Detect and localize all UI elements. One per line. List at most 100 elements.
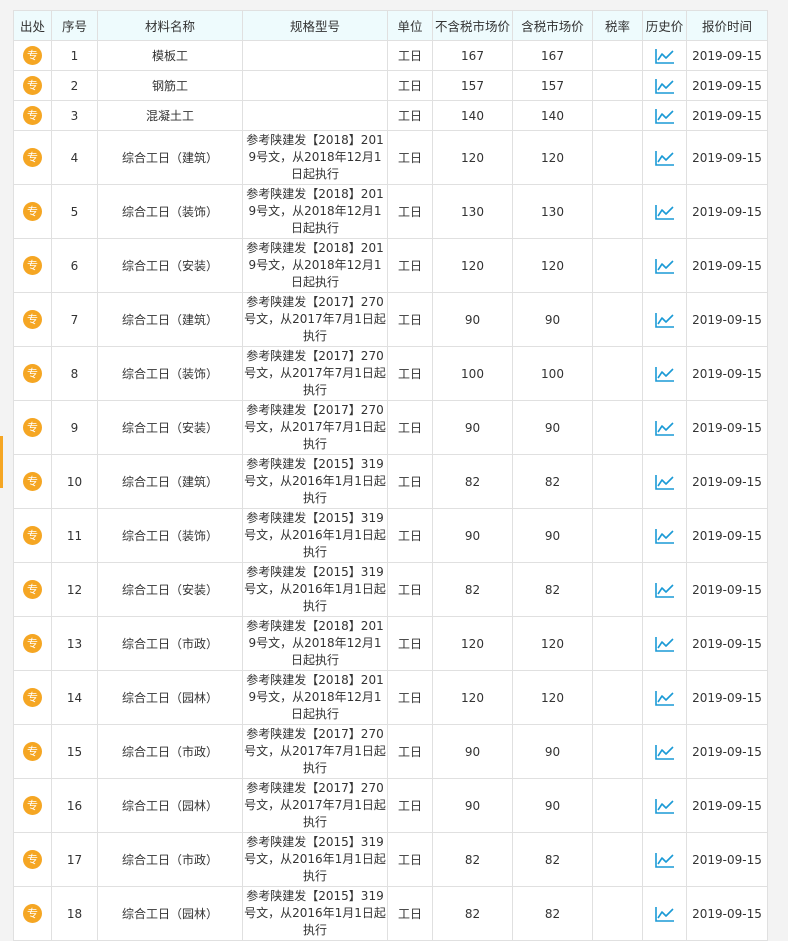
unit-cell: 工日 bbox=[387, 508, 433, 563]
line-chart-icon[interactable] bbox=[654, 582, 675, 598]
table-row[interactable]: 专 14 综合工日（园林） 参考陕建发【2018】2019号文，从2018年12月1日… bbox=[13, 670, 768, 725]
table-row[interactable]: 专 5 综合工日（装饰） 参考陕建发【2018】2019号文，从2018年12月1日起… bbox=[13, 184, 768, 239]
tax-rate-cell bbox=[592, 184, 643, 239]
history-cell bbox=[642, 292, 687, 347]
history-cell bbox=[642, 670, 687, 725]
table-row[interactable]: 专 3 混凝土工 工日 140 140 2019-09-15 bbox=[13, 100, 768, 131]
unit-cell: 工日 bbox=[387, 670, 433, 725]
line-chart-icon[interactable] bbox=[654, 78, 675, 94]
unit-cell: 工日 bbox=[387, 292, 433, 347]
source-badge[interactable]: 专 bbox=[23, 310, 42, 329]
source-cell: 专 bbox=[13, 832, 52, 887]
line-chart-icon[interactable] bbox=[654, 258, 675, 274]
table-row[interactable]: 专 16 综合工日（园林） 参考陕建发【2017】270号文，从2017年7月1日起执… bbox=[13, 778, 768, 833]
spec-cell: 参考陕建发【2018】2019号文，从2018年12月1日起执行 bbox=[242, 130, 388, 185]
line-chart-icon[interactable] bbox=[654, 798, 675, 814]
material-name-cell: 综合工日（园林） bbox=[97, 670, 243, 725]
source-badge[interactable]: 专 bbox=[23, 634, 42, 653]
table-row[interactable]: 专 9 综合工日（安装） 参考陕建发【2017】270号文，从2017年7月1日起执行… bbox=[13, 400, 768, 455]
table-row[interactable]: 专 10 综合工日（建筑） 参考陕建发【2015】319号文，从2016年1月1日起执… bbox=[13, 454, 768, 509]
history-cell bbox=[642, 778, 687, 833]
col-history-header: 历史价 bbox=[642, 10, 687, 41]
source-badge[interactable]: 专 bbox=[23, 796, 42, 815]
line-chart-icon[interactable] bbox=[654, 474, 675, 490]
material-name-cell: 模板工 bbox=[97, 40, 243, 71]
line-chart-icon[interactable] bbox=[654, 150, 675, 166]
spec-cell: 参考陕建发【2017】270号文，从2017年7月1日起执行 bbox=[242, 400, 388, 455]
table-row[interactable]: 专 15 综合工日（市政） 参考陕建发【2017】270号文，从2017年7月1日起执… bbox=[13, 724, 768, 779]
source-badge[interactable]: 专 bbox=[23, 688, 42, 707]
source-badge[interactable]: 专 bbox=[23, 904, 42, 923]
price-ex-tax-cell: 100 bbox=[432, 346, 513, 401]
price-ex-tax-cell: 90 bbox=[432, 778, 513, 833]
table-row[interactable]: 专 13 综合工日（市政） 参考陕建发【2018】2019号文，从2018年12月1日… bbox=[13, 616, 768, 671]
history-cell bbox=[642, 184, 687, 239]
price-ex-tax-cell: 90 bbox=[432, 724, 513, 779]
table-row[interactable]: 专 12 综合工日（安装） 参考陕建发【2015】319号文，从2016年1月1日起执… bbox=[13, 562, 768, 617]
source-badge[interactable]: 专 bbox=[23, 472, 42, 491]
line-chart-icon[interactable] bbox=[654, 744, 675, 760]
price-ex-tax-cell: 90 bbox=[432, 292, 513, 347]
tax-rate-cell bbox=[592, 238, 643, 293]
table-row[interactable]: 专 11 综合工日（装饰） 参考陕建发【2015】319号文，从2016年1月1日起执… bbox=[13, 508, 768, 563]
table-row[interactable]: 专 18 综合工日（园林） 参考陕建发【2015】319号文，从2016年1月1日起执… bbox=[13, 886, 768, 941]
line-chart-icon[interactable] bbox=[654, 108, 675, 124]
line-chart-icon[interactable] bbox=[654, 528, 675, 544]
price-ex-tax-cell: 120 bbox=[432, 670, 513, 725]
line-chart-icon[interactable] bbox=[654, 312, 675, 328]
history-cell bbox=[642, 100, 687, 131]
quote-date-cell: 2019-09-15 bbox=[686, 508, 768, 563]
source-badge[interactable]: 专 bbox=[23, 106, 42, 125]
line-chart-icon[interactable] bbox=[654, 420, 675, 436]
spec-cell: 参考陕建发【2015】319号文，从2016年1月1日起执行 bbox=[242, 886, 388, 941]
index-cell: 9 bbox=[51, 400, 98, 455]
line-chart-icon[interactable] bbox=[654, 690, 675, 706]
source-badge[interactable]: 专 bbox=[23, 76, 42, 95]
price-ex-tax-cell: 140 bbox=[432, 100, 513, 131]
table-row[interactable]: 专 6 综合工日（安装） 参考陕建发【2018】2019号文，从2018年12月1日起… bbox=[13, 238, 768, 293]
source-badge[interactable]: 专 bbox=[23, 526, 42, 545]
source-badge[interactable]: 专 bbox=[23, 202, 42, 221]
material-name-cell: 综合工日（装饰） bbox=[97, 508, 243, 563]
price-inc-tax-cell: 82 bbox=[512, 454, 593, 509]
col-price-inc-tax-header: 含税市场价 bbox=[512, 10, 593, 41]
index-cell: 6 bbox=[51, 238, 98, 293]
source-badge[interactable]: 专 bbox=[23, 364, 42, 383]
side-panel-handle[interactable] bbox=[0, 436, 3, 488]
price-inc-tax-cell: 90 bbox=[512, 400, 593, 455]
spec-cell: 参考陕建发【2017】270号文，从2017年7月1日起执行 bbox=[242, 292, 388, 347]
table-row[interactable]: 专 17 综合工日（市政） 参考陕建发【2015】319号文，从2016年1月1日起执… bbox=[13, 832, 768, 887]
line-chart-icon[interactable] bbox=[654, 906, 675, 922]
source-cell: 专 bbox=[13, 616, 52, 671]
line-chart-icon[interactable] bbox=[654, 852, 675, 868]
table-row[interactable]: 专 4 综合工日（建筑） 参考陕建发【2018】2019号文，从2018年12月1日起… bbox=[13, 130, 768, 185]
material-name-cell: 综合工日（园林） bbox=[97, 886, 243, 941]
table-row[interactable]: 专 7 综合工日（建筑） 参考陕建发【2017】270号文，从2017年7月1日起执行… bbox=[13, 292, 768, 347]
table-row[interactable]: 专 2 钢筋工 工日 157 157 2019-09-15 bbox=[13, 70, 768, 101]
history-cell bbox=[642, 70, 687, 101]
history-cell bbox=[642, 400, 687, 455]
unit-cell: 工日 bbox=[387, 40, 433, 71]
source-badge[interactable]: 专 bbox=[23, 46, 42, 65]
source-badge[interactable]: 专 bbox=[23, 850, 42, 869]
tax-rate-cell bbox=[592, 832, 643, 887]
spec-cell: 参考陕建发【2018】2019号文，从2018年12月1日起执行 bbox=[242, 670, 388, 725]
price-inc-tax-cell: 120 bbox=[512, 130, 593, 185]
spec-cell: 参考陕建发【2015】319号文，从2016年1月1日起执行 bbox=[242, 562, 388, 617]
spec-cell bbox=[242, 70, 388, 101]
source-badge[interactable]: 专 bbox=[23, 148, 42, 167]
source-badge[interactable]: 专 bbox=[23, 256, 42, 275]
table-row[interactable]: 专 8 综合工日（装饰） 参考陕建发【2017】270号文，从2017年7月1日起执行… bbox=[13, 346, 768, 401]
line-chart-icon[interactable] bbox=[654, 204, 675, 220]
spec-cell bbox=[242, 100, 388, 131]
source-badge[interactable]: 专 bbox=[23, 742, 42, 761]
material-name-cell: 综合工日（装饰） bbox=[97, 346, 243, 401]
source-badge[interactable]: 专 bbox=[23, 580, 42, 599]
col-material-name-header: 材料名称 bbox=[97, 10, 243, 41]
table-row[interactable]: 专 1 模板工 工日 167 167 2019-09-15 bbox=[13, 40, 768, 71]
line-chart-icon[interactable] bbox=[654, 366, 675, 382]
line-chart-icon[interactable] bbox=[654, 636, 675, 652]
tax-rate-cell bbox=[592, 70, 643, 101]
source-badge[interactable]: 专 bbox=[23, 418, 42, 437]
line-chart-icon[interactable] bbox=[654, 48, 675, 64]
